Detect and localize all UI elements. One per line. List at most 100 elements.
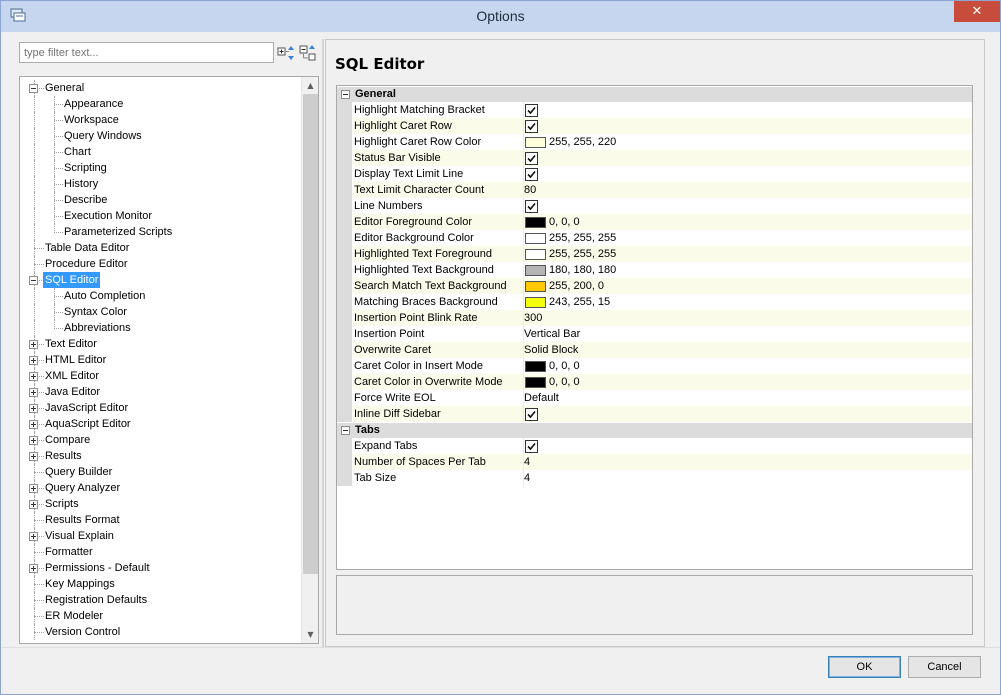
property-value[interactable] xyxy=(524,118,972,134)
property-row-insertion-point-blink-rate[interactable]: Insertion Point Blink Rate 300 xyxy=(337,310,972,326)
tree-item-abbreviations[interactable]: Abbreviations xyxy=(20,320,302,336)
property-row-number-of-spaces-per-tab[interactable]: Number of Spaces Per Tab 4 xyxy=(337,454,972,470)
collapse-minus-icon[interactable] xyxy=(29,84,38,93)
property-value[interactable]: 255, 255, 255 xyxy=(524,246,972,262)
property-row-highlight-matching-bracket[interactable]: Highlight Matching Bracket xyxy=(337,102,972,118)
expand-plus-icon[interactable] xyxy=(29,452,38,461)
expand-plus-icon[interactable] xyxy=(29,564,38,573)
property-value[interactable]: 243, 255, 15 xyxy=(524,294,972,310)
tree-item-html-editor[interactable]: HTML Editor xyxy=(20,352,302,368)
checkbox[interactable] xyxy=(525,440,538,453)
expand-plus-icon[interactable] xyxy=(29,420,38,429)
property-row-expand-tabs[interactable]: Expand Tabs xyxy=(337,438,972,454)
property-row-text-limit-character-count[interactable]: Text Limit Character Count 80 xyxy=(337,182,972,198)
expand-plus-icon[interactable] xyxy=(29,500,38,509)
panel-splitter[interactable] xyxy=(322,39,324,647)
tree-item-syntax-color[interactable]: Syntax Color xyxy=(20,304,302,320)
tree-item-query-analyzer[interactable]: Query Analyzer xyxy=(20,480,302,496)
cancel-button[interactable]: Cancel xyxy=(908,656,981,678)
color-swatch[interactable] xyxy=(525,377,546,388)
checkbox[interactable] xyxy=(525,120,538,133)
property-value[interactable]: 0, 0, 0 xyxy=(524,374,972,390)
tree-item-scripts[interactable]: Scripts xyxy=(20,496,302,512)
tree-item-chart[interactable]: Chart xyxy=(20,144,302,160)
collapse-minus-icon[interactable] xyxy=(29,276,38,285)
property-row-display-text-limit-line[interactable]: Display Text Limit Line xyxy=(337,166,972,182)
checkbox[interactable] xyxy=(525,200,538,213)
tree-item-parameterized-scripts[interactable]: Parameterized Scripts xyxy=(20,224,302,240)
color-swatch[interactable] xyxy=(525,361,546,372)
color-swatch[interactable] xyxy=(525,249,546,260)
color-swatch[interactable] xyxy=(525,137,546,148)
property-value[interactable]: 255, 255, 255 xyxy=(524,230,972,246)
property-row-search-match-text-background[interactable]: Search Match Text Background 255, 200, 0 xyxy=(337,278,972,294)
tree-item-general[interactable]: General xyxy=(20,80,302,96)
property-row-line-numbers[interactable]: Line Numbers xyxy=(337,198,972,214)
expand-plus-icon[interactable] xyxy=(29,356,38,365)
property-value[interactable]: 255, 255, 220 xyxy=(524,134,972,150)
tree-item-workspace[interactable]: Workspace xyxy=(20,112,302,128)
tree-item-auto-completion[interactable]: Auto Completion xyxy=(20,288,302,304)
property-row-caret-color-in-insert-mode[interactable]: Caret Color in Insert Mode 0, 0, 0 xyxy=(337,358,972,374)
color-swatch[interactable] xyxy=(525,265,546,276)
property-row-tab-size[interactable]: Tab Size 4 xyxy=(337,470,972,486)
checkbox[interactable] xyxy=(525,104,538,117)
property-grid[interactable]: General Highlight Matching Bracket Highlig… xyxy=(336,85,973,570)
property-value[interactable]: Vertical Bar xyxy=(524,326,972,342)
tree-item-appearance[interactable]: Appearance xyxy=(20,96,302,112)
property-row-force-write-eol[interactable]: Force Write EOL Default xyxy=(337,390,972,406)
tree-item-registration-defaults[interactable]: Registration Defaults xyxy=(20,592,302,608)
tree-item-javascript-editor[interactable]: JavaScript Editor xyxy=(20,400,302,416)
checkbox[interactable] xyxy=(525,152,538,165)
expand-plus-icon[interactable] xyxy=(29,340,38,349)
expand-plus-icon[interactable] xyxy=(29,388,38,397)
property-value[interactable] xyxy=(524,166,972,182)
color-swatch[interactable] xyxy=(525,217,546,228)
property-value[interactable]: 4 xyxy=(524,454,972,470)
tree-item-table-data-editor[interactable]: Table Data Editor xyxy=(20,240,302,256)
property-value[interactable] xyxy=(524,150,972,166)
expand-all-icon[interactable] xyxy=(277,44,295,62)
checkbox[interactable] xyxy=(525,408,538,421)
tree-item-formatter[interactable]: Formatter xyxy=(20,544,302,560)
tree-item-scripting[interactable]: Scripting xyxy=(20,160,302,176)
property-row-highlight-caret-row[interactable]: Highlight Caret Row xyxy=(337,118,972,134)
expand-plus-icon[interactable] xyxy=(29,372,38,381)
ok-button[interactable]: OK xyxy=(828,656,901,678)
collapse-minus-icon[interactable] xyxy=(341,90,350,99)
expand-plus-icon[interactable] xyxy=(29,484,38,493)
tree-item-visual-explain[interactable]: Visual Explain xyxy=(20,528,302,544)
property-value[interactable] xyxy=(524,102,972,118)
expand-plus-icon[interactable] xyxy=(29,436,38,445)
tree-item-procedure-editor[interactable]: Procedure Editor xyxy=(20,256,302,272)
property-value[interactable]: 255, 200, 0 xyxy=(524,278,972,294)
tree-item-permissions-default[interactable]: Permissions - Default xyxy=(20,560,302,576)
color-swatch[interactable] xyxy=(525,297,546,308)
tree-item-er-modeler[interactable]: ER Modeler xyxy=(20,608,302,624)
collapse-minus-icon[interactable] xyxy=(341,426,350,435)
property-row-status-bar-visible[interactable]: Status Bar Visible xyxy=(337,150,972,166)
property-row-highlighted-text-background[interactable]: Highlighted Text Background 180, 180, 180 xyxy=(337,262,972,278)
scroll-down-arrow-icon[interactable]: ▼ xyxy=(302,626,318,643)
filter-input[interactable] xyxy=(19,42,274,63)
category-tabs[interactable]: Tabs xyxy=(337,423,972,438)
color-swatch[interactable] xyxy=(525,281,546,292)
tree-item-execution-monitor[interactable]: Execution Monitor xyxy=(20,208,302,224)
property-value[interactable]: Default xyxy=(524,390,972,406)
property-value[interactable] xyxy=(524,198,972,214)
tree-item-version-control[interactable]: Version Control xyxy=(20,624,302,640)
property-row-caret-color-in-overwrite-mode[interactable]: Caret Color in Overwrite Mode 0, 0, 0 xyxy=(337,374,972,390)
expand-plus-icon[interactable] xyxy=(29,532,38,541)
property-value[interactable]: 80 xyxy=(524,182,972,198)
title-bar[interactable]: Options ✕ xyxy=(1,1,1000,32)
close-button[interactable]: ✕ xyxy=(954,1,1000,22)
property-value[interactable]: 180, 180, 180 xyxy=(524,262,972,278)
expand-plus-icon[interactable] xyxy=(29,404,38,413)
property-row-highlighted-text-foreground[interactable]: Highlighted Text Foreground 255, 255, 255 xyxy=(337,246,972,262)
tree-item-java-editor[interactable]: Java Editor xyxy=(20,384,302,400)
property-value[interactable]: 4 xyxy=(524,470,972,486)
tree-item-xml-editor[interactable]: XML Editor xyxy=(20,368,302,384)
scroll-thumb[interactable] xyxy=(303,94,318,574)
property-value[interactable] xyxy=(524,438,972,454)
scroll-up-arrow-icon[interactable]: ▲ xyxy=(302,77,318,94)
